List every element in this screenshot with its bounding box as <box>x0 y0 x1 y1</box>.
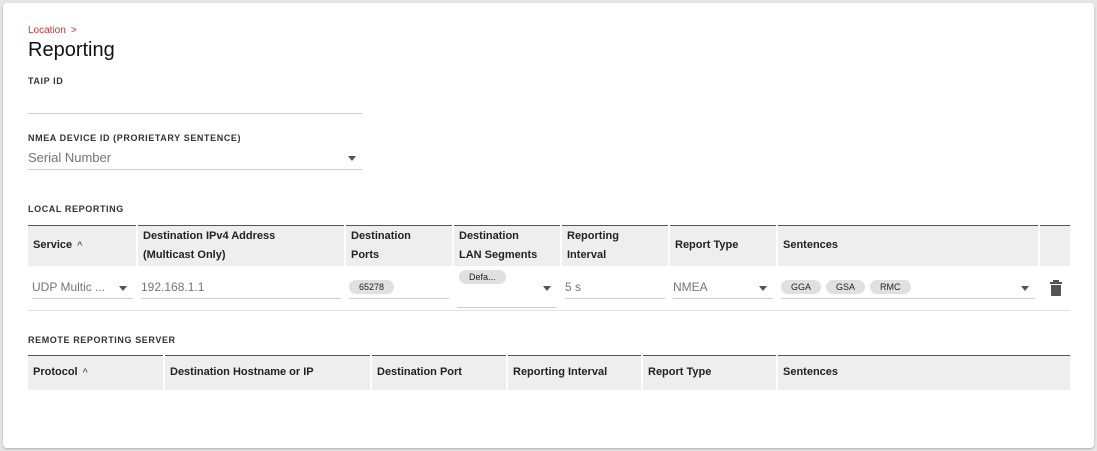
nmea-device-id-value: Serial Number <box>28 150 112 165</box>
column-header-report-type: Report Type <box>668 225 777 266</box>
column-header-lan-line1: Destination <box>459 229 519 242</box>
local-reporting-title: LOCAL REPORTING <box>28 204 124 214</box>
column-header-lan-segments: Destination LAN Segments <box>452 225 561 266</box>
destination-ports-input[interactable]: 65278 <box>349 277 449 299</box>
sentence-chip-gsa[interactable]: GSA <box>826 280 866 295</box>
taip-id-input[interactable] <box>28 94 362 114</box>
column-header-interval-line1: Reporting <box>567 229 619 242</box>
column-header-hostname: Destination Hostname or IP <box>163 355 371 390</box>
breadcrumb-location-link[interactable]: Location <box>28 25 66 36</box>
sort-ascending-icon: ^ <box>77 240 83 251</box>
service-value: UDP Multic ... <box>32 280 106 295</box>
column-header-destination-ports: Destination Ports <box>344 225 453 266</box>
chevron-right-icon: > <box>70 25 77 36</box>
reporting-card: Location > Reporting TAIP ID NMEA DEVICE… <box>3 3 1094 448</box>
table-row: UDP Multic ... 192.168.1.1 65278 Defa...… <box>28 265 1070 311</box>
page-title: Reporting <box>28 39 115 61</box>
remote-reporting-header-row: Protocol ^ Destination Hostname or IP Des… <box>28 355 1070 390</box>
report-type-select[interactable]: NMEA <box>673 277 773 299</box>
column-header-sentences: Sentences <box>776 355 1070 390</box>
destination-ip-input[interactable]: 192.168.1.1 <box>141 277 341 299</box>
reporting-interval-input[interactable]: 5 s <box>565 277 665 299</box>
nmea-device-id-select[interactable]: Serial Number <box>28 149 362 170</box>
local-reporting-header-row: Service ^ Destination IPv4 Address (Multi… <box>28 225 1070 266</box>
dropdown-caret-icon <box>348 156 356 161</box>
column-header-protocol-label: Protocol <box>33 366 78 379</box>
column-header-report-type: Report Type <box>641 355 777 390</box>
column-header-destination-ip-line1: Destination IPv4 Address <box>143 229 276 242</box>
column-header-actions <box>1038 225 1070 266</box>
column-header-destination-ip: Destination IPv4 Address (Multicast Only… <box>136 225 345 266</box>
column-header-reporting-interval: Reporting Interval <box>560 225 669 266</box>
sentences-select[interactable]: GGA GSA RMC <box>781 277 1035 299</box>
column-header-destination-ip-line2: (Multicast Only) <box>143 248 226 261</box>
dropdown-caret-icon <box>1021 285 1029 291</box>
breadcrumb: Location > <box>28 25 77 36</box>
destination-ip-value: 192.168.1.1 <box>141 280 205 295</box>
dropdown-caret-icon <box>119 285 127 291</box>
column-header-interval-line2: Interval <box>567 248 607 261</box>
column-header-ports-line2: Ports <box>351 248 380 261</box>
nmea-device-id-label: NMEA DEVICE ID (PRORIETARY SENTENCE) <box>28 133 242 143</box>
remote-reporting-title: REMOTE REPORTING SERVER <box>28 335 176 345</box>
column-header-destination-port: Destination Port <box>370 355 507 390</box>
sentence-chip-gga[interactable]: GGA <box>781 280 822 295</box>
taip-id-label: TAIP ID <box>28 76 64 86</box>
port-chip[interactable]: 65278 <box>349 280 395 295</box>
column-header-service-label: Service <box>33 239 73 252</box>
column-header-reporting-interval: Reporting Interval <box>506 355 642 390</box>
reporting-interval-value: 5 s <box>565 280 582 295</box>
lan-segments-select[interactable]: Defa... <box>457 268 557 308</box>
column-header-protocol[interactable]: Protocol ^ <box>28 355 164 390</box>
column-header-service[interactable]: Service ^ <box>28 225 137 266</box>
sentence-chip-rmc[interactable]: RMC <box>870 280 911 295</box>
local-reporting-table: Service ^ Destination IPv4 Address (Multi… <box>28 225 1070 311</box>
report-type-value: NMEA <box>673 280 708 295</box>
remote-reporting-table: Protocol ^ Destination Hostname or IP Des… <box>28 355 1070 390</box>
service-select[interactable]: UDP Multic ... <box>32 277 133 299</box>
lan-segment-chip[interactable]: Defa... <box>459 269 506 284</box>
sort-ascending-icon: ^ <box>82 367 88 378</box>
column-header-lan-line2: LAN Segments <box>459 248 538 261</box>
column-header-sentences: Sentences <box>776 225 1039 266</box>
column-header-ports-line1: Destination <box>351 229 411 242</box>
dropdown-caret-icon <box>543 285 551 291</box>
trash-icon[interactable] <box>1049 279 1063 296</box>
dropdown-caret-icon <box>759 285 767 291</box>
